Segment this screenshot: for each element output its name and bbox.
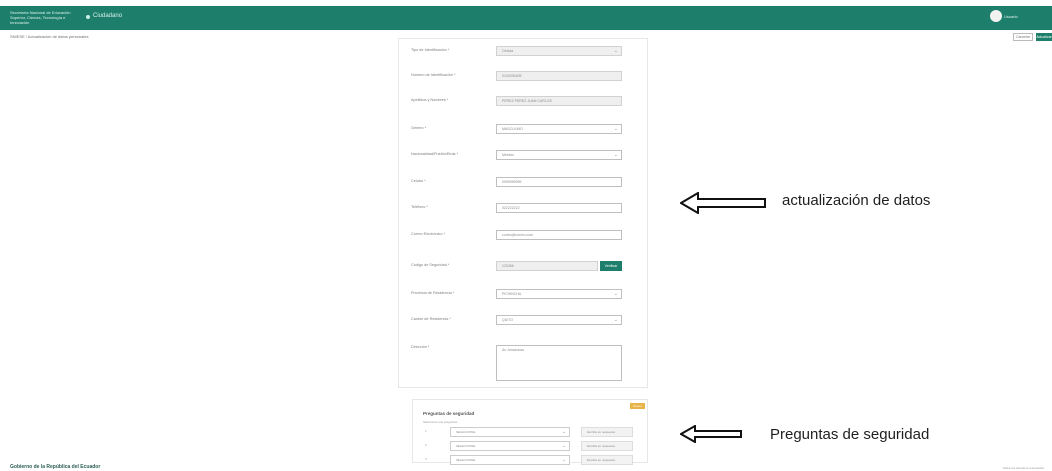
security-note: Seleccione sus preguntas — [423, 420, 458, 424]
province-value: PICHINCHA — [502, 292, 522, 296]
user-name[interactable]: Usuario — [1004, 14, 1050, 19]
chevron-down-icon: ⌄ — [561, 429, 566, 435]
security-question-select[interactable]: SELECCIONE ⌄ — [450, 455, 570, 465]
phone-field[interactable]: 022222222 — [496, 203, 622, 213]
question-number: 2 — [425, 443, 427, 447]
chevron-down-icon: ⌄ — [561, 457, 566, 463]
security-answer-field[interactable]: Escriba su respuesta — [581, 455, 633, 465]
ethnicity-value: Mestizo — [502, 153, 515, 157]
gender-value: MASCULINO — [502, 127, 523, 131]
security-question-row: 2 SELECCIONE ⌄ Escriba su respuesta — [425, 441, 633, 451]
phone-value: 022222222 — [502, 206, 520, 210]
left-arrow-icon — [680, 192, 766, 214]
left-arrow-icon — [680, 425, 742, 443]
canton-select[interactable]: QUITO ⌄ — [496, 315, 622, 325]
user-avatar-icon[interactable] — [990, 10, 1002, 22]
full-name-label: Apellidos y Nombres * — [411, 98, 449, 102]
province-select[interactable]: PICHINCHA ⌄ — [496, 289, 622, 299]
security-code-label: Código de Seguridad * — [411, 263, 450, 267]
question-value: SELECCIONE — [456, 458, 476, 462]
brand-logo: Secretaría Nacional de Educación Superio… — [10, 10, 71, 25]
chevron-down-icon: ⌄ — [613, 48, 618, 54]
new-badge: Nuevo — [630, 403, 645, 409]
identification-number-label: Número de Identificación * — [411, 73, 456, 77]
identification-type-select[interactable]: Cédula ⌄ — [496, 46, 622, 56]
breadcrumb: SNIESE / Actualización de datos personal… — [10, 34, 89, 39]
ethnicity-label: Nacionalidad/Pueblo/Etnia * — [411, 152, 459, 156]
address-label: Dirección * — [411, 345, 430, 349]
security-code-value: 123456 — [502, 264, 514, 268]
security-question-row: 3 SELECCIONE ⌄ Escriba su respuesta — [425, 455, 633, 465]
security-question-select[interactable]: SELECCIONE ⌄ — [450, 441, 570, 451]
top-navigation: Secretaría Nacional de Educación Superio… — [0, 6, 1052, 30]
answer-placeholder: Escriba su respuesta — [587, 444, 616, 448]
canton-value: QUITO — [502, 318, 514, 322]
footer-rights: Todos los derechos reservados — [1002, 466, 1044, 470]
question-value: SELECCIONE — [456, 430, 476, 434]
identification-number-value: 0102030405 — [502, 74, 522, 78]
footer-government: Gobierno de la República del Ecuador — [10, 464, 101, 470]
address-value: Av. Amazonas — [502, 348, 525, 352]
verify-button[interactable]: Verificar — [600, 261, 622, 271]
phone-label: Teléfono * — [411, 205, 428, 209]
mobile-label: Celular * — [411, 179, 426, 183]
top-actions: Cancelar Actualizar — [1013, 33, 1052, 41]
question-number: 3 — [425, 457, 427, 461]
personal-data-form: Tipo de Identificación * Cédula ⌄ Número … — [398, 38, 648, 388]
security-answer-field[interactable]: Escriba su respuesta — [581, 427, 633, 437]
identification-number-field[interactable]: 0102030405 — [496, 71, 622, 81]
mobile-field[interactable]: 0999999999 — [496, 177, 622, 187]
security-annotation: Preguntas de seguridad — [770, 426, 930, 443]
dot-icon — [86, 15, 90, 19]
security-answer-field[interactable]: Escriba su respuesta — [581, 441, 633, 451]
province-label: Provincia de Residencia * — [411, 291, 455, 295]
security-code-field[interactable]: 123456 — [496, 261, 598, 271]
question-value: SELECCIONE — [456, 444, 476, 448]
answer-placeholder: Escriba su respuesta — [587, 458, 616, 462]
identification-type-value: Cédula — [502, 49, 514, 53]
identification-type-label: Tipo de Identificación * — [411, 48, 450, 52]
answer-placeholder: Escriba su respuesta — [587, 430, 616, 434]
app-name[interactable]: Ciudadano — [93, 13, 122, 19]
update-button[interactable]: Actualizar — [1036, 33, 1052, 41]
gender-select[interactable]: MASCULINO ⌄ — [496, 124, 622, 134]
full-name-field[interactable]: PEREZ PEREZ JUAN CARLOS — [496, 96, 622, 106]
email-field[interactable]: correo@correo.com — [496, 230, 622, 240]
chevron-down-icon: ⌄ — [613, 152, 618, 158]
security-title: Preguntas de seguridad — [423, 411, 475, 416]
email-value: correo@correo.com — [502, 233, 533, 237]
chevron-down-icon: ⌄ — [613, 126, 618, 132]
cancel-button[interactable]: Cancelar — [1013, 33, 1033, 41]
chevron-down-icon: ⌄ — [613, 317, 618, 323]
chevron-down-icon: ⌄ — [613, 291, 618, 297]
security-question-select[interactable]: SELECCIONE ⌄ — [450, 427, 570, 437]
full-name-value: PEREZ PEREZ JUAN CARLOS — [502, 99, 552, 103]
security-questions-card: Nuevo Preguntas de seguridad Seleccione … — [412, 399, 648, 465]
canton-label: Cantón de Residencia * — [411, 317, 451, 321]
gender-label: Género * — [411, 126, 427, 130]
security-question-row: 1 SELECCIONE ⌄ Escriba su respuesta — [425, 427, 633, 437]
ethnicity-select[interactable]: Mestizo ⌄ — [496, 150, 622, 160]
address-textarea[interactable]: Av. Amazonas — [496, 345, 622, 381]
question-number: 1 — [425, 429, 427, 433]
chevron-down-icon: ⌄ — [561, 443, 566, 449]
mobile-value: 0999999999 — [502, 180, 522, 184]
email-label: Correo Electrónico * — [411, 232, 445, 236]
data-update-annotation: actualización de datos — [782, 192, 931, 209]
